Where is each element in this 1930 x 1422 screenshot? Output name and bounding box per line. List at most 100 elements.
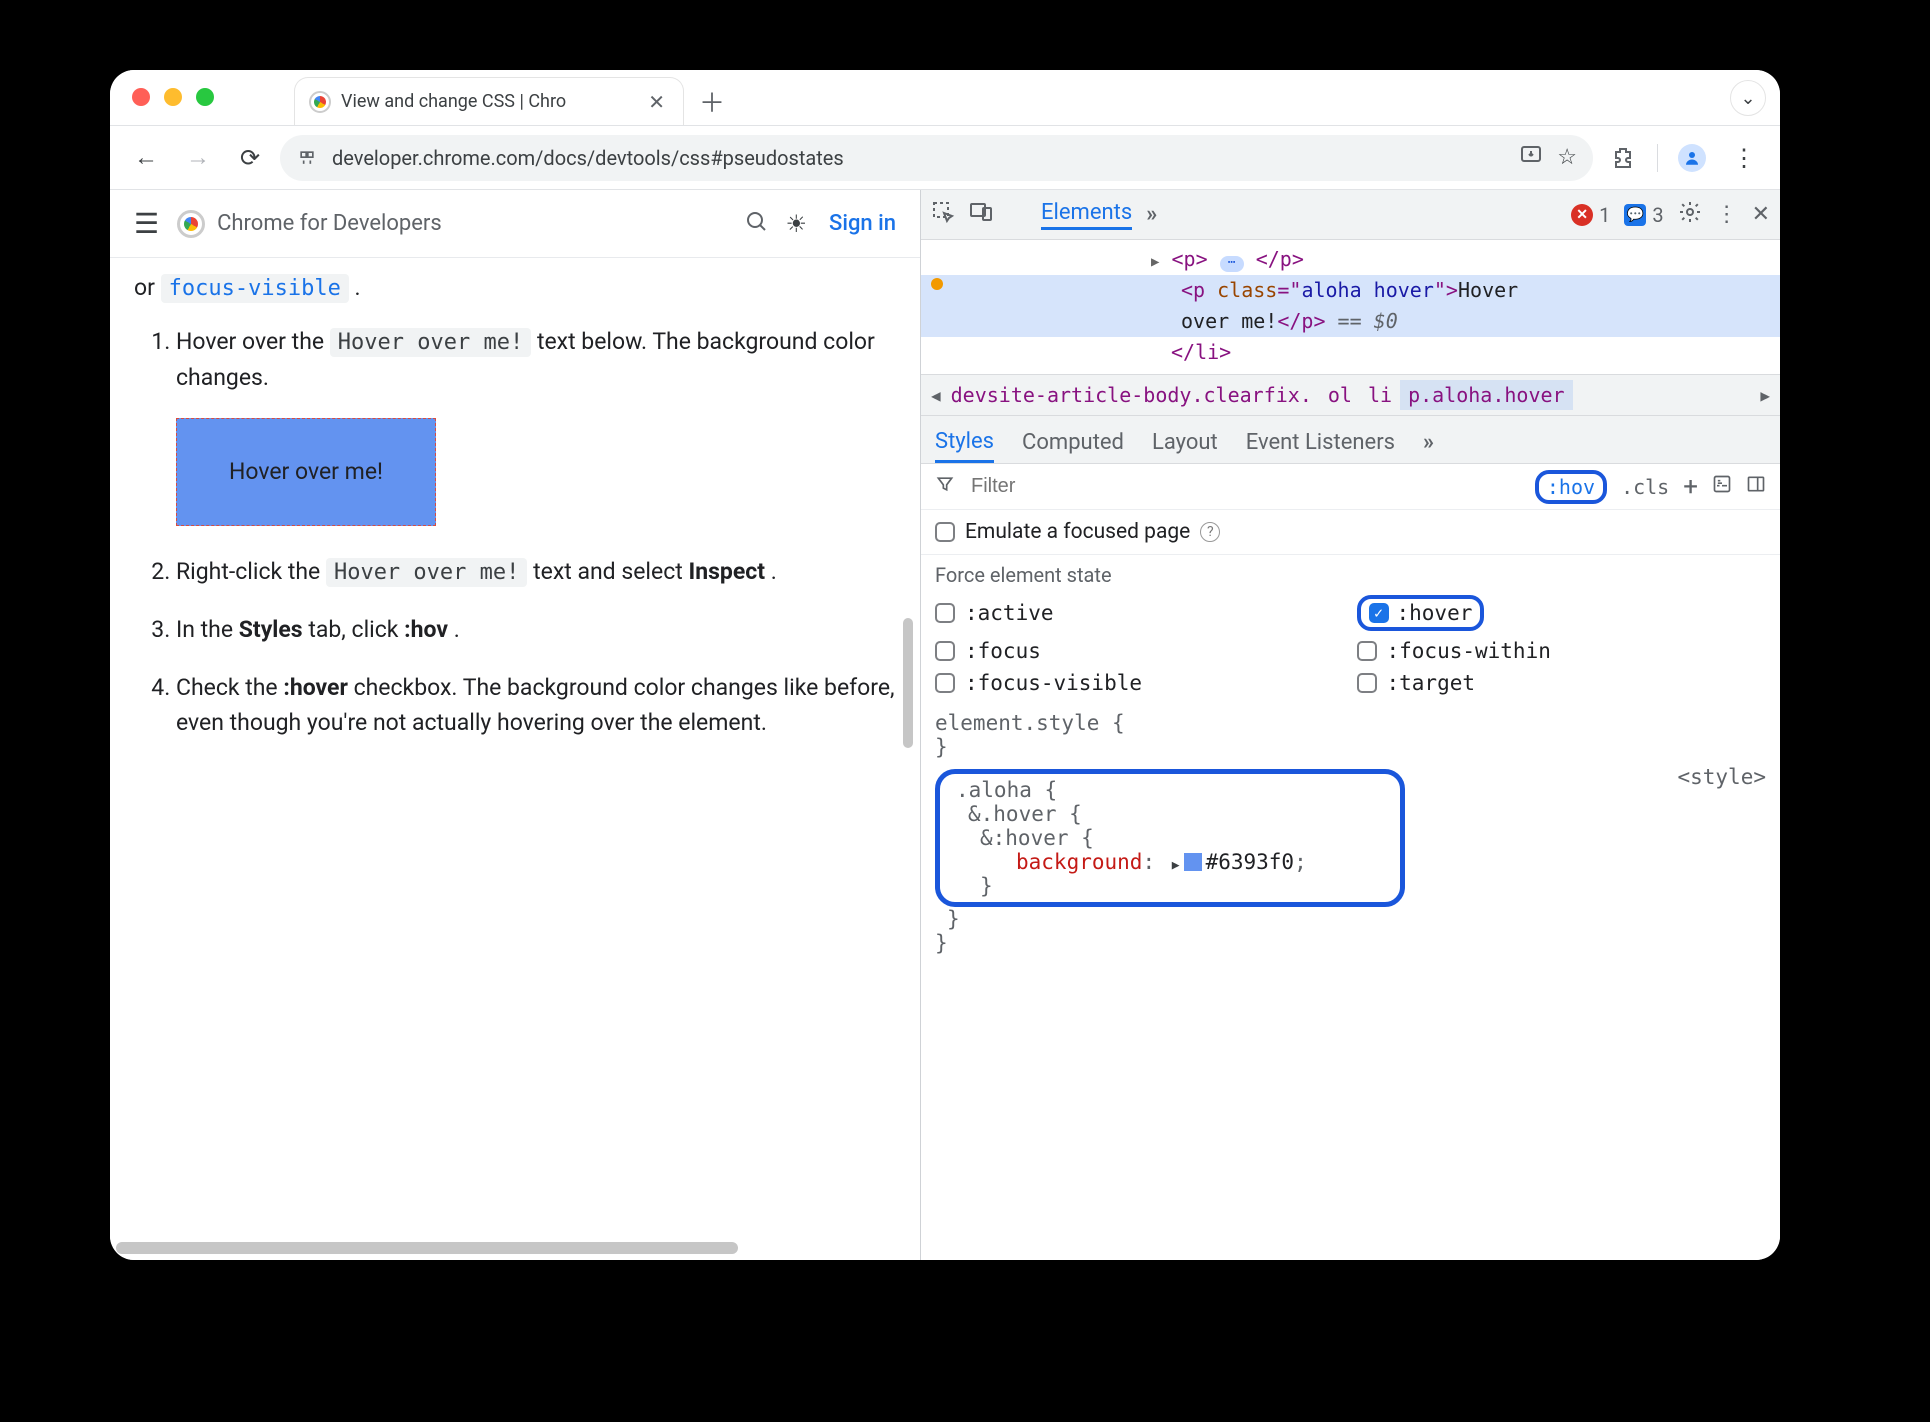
back-button[interactable]: ← bbox=[124, 136, 168, 180]
filter-icon[interactable] bbox=[935, 474, 955, 499]
force-state-label: Force element state bbox=[921, 555, 1780, 595]
filter-bar: :hov .cls + bbox=[921, 464, 1780, 510]
dom-line-2-selected[interactable]: <p class="aloha hover">Hover bbox=[921, 275, 1780, 306]
tab-elements[interactable]: Elements bbox=[1041, 200, 1132, 230]
tabs-dropdown-button[interactable]: ⌄ bbox=[1730, 80, 1766, 116]
close-devtools-icon[interactable]: ✕ bbox=[1752, 202, 1770, 227]
toggle-computed-icon[interactable] bbox=[1712, 474, 1732, 499]
state-focus-within[interactable]: :focus-within bbox=[1357, 639, 1767, 663]
theme-toggle-icon[interactable]: ☀ bbox=[786, 210, 808, 238]
dom-tree[interactable]: ▶ <p> ⋯ </p> <p class="aloha hover">Hove… bbox=[921, 240, 1780, 374]
step-2: Right-click the Hover over me! text and … bbox=[176, 554, 896, 590]
profile-button[interactable] bbox=[1670, 136, 1714, 180]
code-hover-1: Hover over me! bbox=[330, 328, 531, 357]
tab-layout[interactable]: Layout bbox=[1152, 430, 1218, 463]
site-brand[interactable]: Chrome for Developers bbox=[177, 210, 442, 238]
state-active[interactable]: :active bbox=[935, 595, 1345, 631]
fullscreen-window-icon[interactable] bbox=[196, 88, 214, 106]
messages-badge[interactable]: 💬3 bbox=[1624, 203, 1663, 227]
chrome-menu-button[interactable]: ⋮ bbox=[1722, 136, 1766, 180]
rule-source-link[interactable]: <style> bbox=[1677, 765, 1766, 789]
site-settings-icon[interactable] bbox=[296, 147, 318, 169]
new-style-rule-icon[interactable]: + bbox=[1683, 472, 1698, 502]
inspect-element-icon[interactable] bbox=[931, 200, 955, 230]
content-area: ☰ Chrome for Developers ☀ Sign in or foc… bbox=[110, 190, 1780, 1260]
checkbox-target[interactable] bbox=[1357, 673, 1377, 693]
device-toolbar-icon[interactable] bbox=[969, 200, 993, 230]
search-icon[interactable] bbox=[744, 209, 768, 239]
window-controls bbox=[132, 88, 214, 106]
dom-line-3[interactable]: over me!</p> == $0 bbox=[921, 306, 1780, 337]
devtools-menu-icon[interactable]: ⋮ bbox=[1716, 202, 1738, 227]
new-tab-button[interactable]: ＋ bbox=[692, 81, 732, 121]
dom-line-1[interactable]: ▶ <p> ⋯ </p> bbox=[921, 244, 1780, 275]
styles-source[interactable]: element.style { } <style> .aloha { &.hov… bbox=[921, 705, 1780, 955]
crumb-4-selected[interactable]: p.aloha.hover bbox=[1400, 380, 1573, 410]
avatar-icon bbox=[1678, 144, 1706, 172]
help-icon[interactable]: ? bbox=[1200, 522, 1220, 542]
tab-computed[interactable]: Computed bbox=[1022, 430, 1124, 463]
intro-fragment: or focus-visible . bbox=[134, 270, 896, 306]
install-icon[interactable] bbox=[1519, 143, 1543, 172]
hov-toggle[interactable]: :hov bbox=[1535, 470, 1607, 504]
crumb-right-icon[interactable]: ▶ bbox=[1758, 386, 1772, 405]
devtools-top-bar: Elements » ✕1 💬3 ⋮ ✕ bbox=[921, 190, 1780, 240]
hover-over-me-box[interactable]: Hover over me! bbox=[176, 418, 436, 526]
rule-declaration[interactable]: background: ▶#6393f0; bbox=[956, 850, 1384, 874]
tab-title: View and change CSS | Chro bbox=[341, 91, 634, 112]
extensions-icon[interactable] bbox=[1601, 136, 1645, 180]
step-1: Hover over the Hover over me! text below… bbox=[176, 324, 896, 526]
code-hover-2: Hover over me! bbox=[326, 558, 527, 587]
styles-tabs: Styles Computed Layout Event Listeners » bbox=[921, 416, 1780, 464]
checkbox-hover[interactable]: ✓ bbox=[1369, 603, 1389, 623]
emulate-focused-row: Emulate a focused page ? bbox=[921, 510, 1780, 555]
ellipsis-icon[interactable]: ⋯ bbox=[1220, 256, 1244, 272]
crumb-1[interactable]: devsite-article-body.clearfix. bbox=[943, 383, 1320, 407]
page-body: or focus-visible . Hover over the Hover … bbox=[110, 258, 920, 1260]
breadcrumb[interactable]: ◀ devsite-article-body.clearfix. ol li p… bbox=[921, 374, 1780, 416]
checkbox-focus-visible[interactable] bbox=[935, 673, 955, 693]
toggle-sidebar-icon[interactable] bbox=[1746, 474, 1766, 499]
element-style-open: element.style { bbox=[935, 711, 1766, 735]
toolbar-divider bbox=[1657, 144, 1658, 172]
vertical-scrollbar[interactable] bbox=[899, 190, 920, 1260]
tab-favicon-icon bbox=[309, 91, 331, 113]
checkbox-active[interactable] bbox=[935, 603, 955, 623]
state-focus[interactable]: :focus bbox=[935, 639, 1345, 663]
chrome-logo-icon bbox=[177, 210, 205, 238]
minimize-window-icon[interactable] bbox=[164, 88, 182, 106]
dom-line-4[interactable]: </li> bbox=[921, 337, 1780, 368]
crumb-3[interactable]: li bbox=[1360, 383, 1400, 407]
reload-button[interactable]: ⟳ bbox=[228, 136, 272, 180]
emulate-focused-checkbox[interactable] bbox=[935, 522, 955, 542]
hamburger-icon[interactable]: ☰ bbox=[134, 207, 159, 240]
crumb-left-icon[interactable]: ◀ bbox=[929, 386, 943, 405]
cls-toggle[interactable]: .cls bbox=[1621, 475, 1669, 499]
checkbox-focus[interactable] bbox=[935, 641, 955, 661]
forward-button[interactable]: → bbox=[176, 136, 220, 180]
crumb-2[interactable]: ol bbox=[1320, 383, 1360, 407]
close-tab-icon[interactable]: ✕ bbox=[644, 90, 669, 114]
omnibox[interactable]: developer.chrome.com/docs/devtools/css#p… bbox=[280, 135, 1593, 181]
close-window-icon[interactable] bbox=[132, 88, 150, 106]
tab-event-listeners[interactable]: Event Listeners bbox=[1246, 430, 1395, 463]
force-state-grid: :active ✓ :hover :focus :focus-within :f… bbox=[921, 595, 1780, 705]
more-subtabs-icon[interactable]: » bbox=[1423, 430, 1434, 463]
state-focus-visible[interactable]: :focus-visible bbox=[935, 671, 1345, 695]
browser-tab[interactable]: View and change CSS | Chro ✕ bbox=[294, 77, 684, 125]
more-tabs-icon[interactable]: » bbox=[1146, 202, 1157, 227]
steps-list: Hover over the Hover over me! text below… bbox=[134, 324, 896, 741]
hover-box-label: Hover over me! bbox=[229, 454, 383, 490]
errors-badge[interactable]: ✕1 bbox=[1571, 203, 1610, 227]
settings-icon[interactable] bbox=[1678, 200, 1702, 230]
sign-in-link[interactable]: Sign in bbox=[829, 211, 896, 236]
horizontal-scrollbar[interactable] bbox=[116, 1242, 914, 1254]
state-target[interactable]: :target bbox=[1357, 671, 1767, 695]
tab-styles[interactable]: Styles bbox=[935, 429, 994, 463]
filter-input[interactable] bbox=[969, 474, 1521, 499]
state-hover[interactable]: ✓ :hover bbox=[1357, 595, 1767, 631]
hover-highlight-ring: ✓ :hover bbox=[1357, 595, 1485, 631]
bookmark-icon[interactable]: ☆ bbox=[1557, 145, 1577, 170]
checkbox-focus-within[interactable] bbox=[1357, 641, 1377, 661]
color-swatch-icon[interactable] bbox=[1184, 853, 1202, 871]
